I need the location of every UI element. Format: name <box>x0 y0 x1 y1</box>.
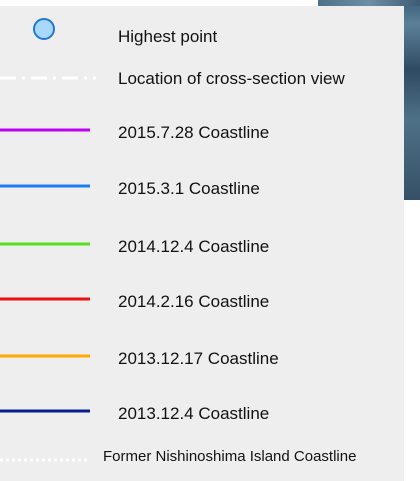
legend-label-former-nishinoshima: Former Nishinoshima Island Coastline <box>103 448 357 465</box>
dotted-coastline-line-icon <box>0 458 88 462</box>
legend-label-cross-section: Location of cross-section view <box>118 69 345 88</box>
dash-dot-line-icon <box>0 76 96 80</box>
map-background-edge <box>404 0 420 200</box>
legend-label-2015-07-28: 2015.7.28 Coastline <box>118 123 270 142</box>
blue-coastline-line-icon <box>0 184 90 188</box>
legend-label-2013-12-17: 2013.12.17 Coastline <box>118 349 279 368</box>
legend-label-2014-12-04: 2014.12.4 Coastline <box>118 237 270 256</box>
legend-label-2015-03-01: 2015.3.1 Coastline <box>118 179 260 198</box>
green-coastline-line-icon <box>0 242 90 246</box>
purple-coastline-line-icon <box>0 128 90 132</box>
navy-coastline-line-icon <box>0 409 90 413</box>
map-legend: Highest point Location of cross-section … <box>0 6 404 481</box>
legend-label-2014-02-16: 2014.2.16 Coastline <box>118 292 270 311</box>
orange-coastline-line-icon <box>0 354 90 358</box>
legend-label-highest-point: Highest point <box>118 27 218 46</box>
highest-point-marker-icon <box>33 18 55 40</box>
red-coastline-line-icon <box>0 297 90 301</box>
legend-label-2013-12-04: 2013.12.4 Coastline <box>118 404 270 423</box>
